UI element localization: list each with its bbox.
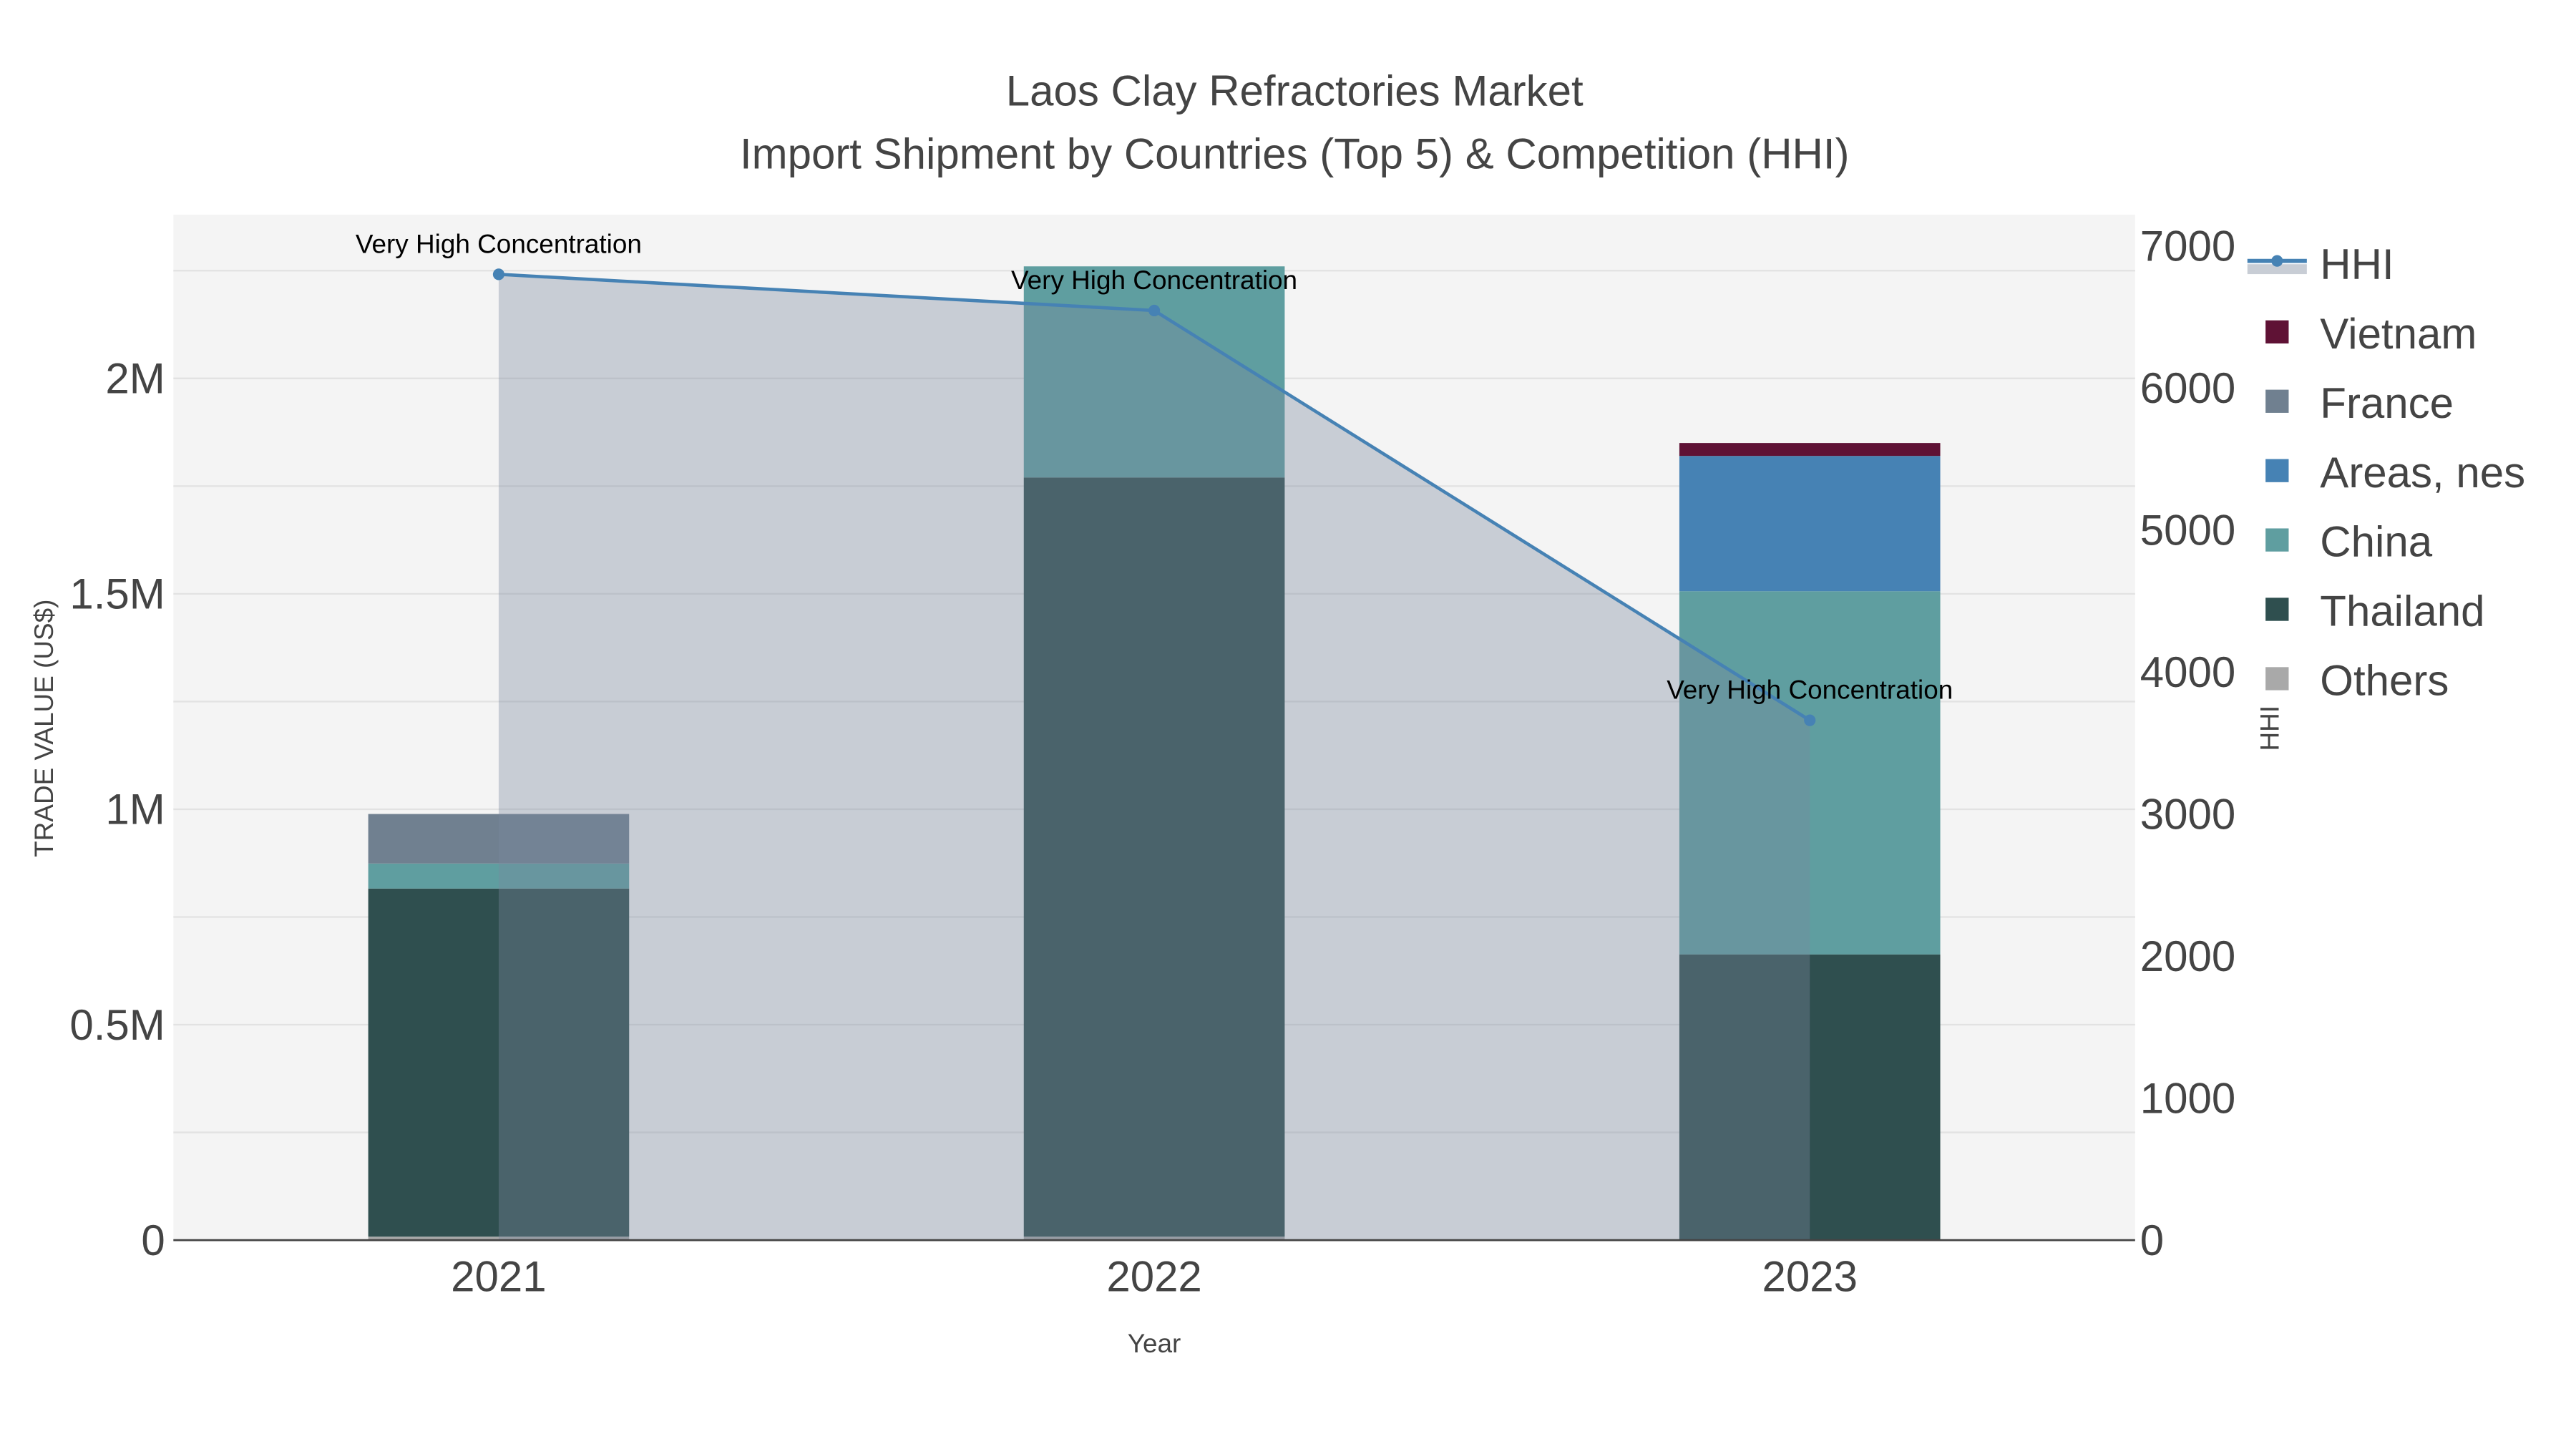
- y-tick-label: 0: [141, 1216, 165, 1264]
- legend-label: Others: [2320, 657, 2449, 705]
- legend-swatch-vietnam: [2265, 320, 2289, 343]
- hhi-annotation: Very High Concentration: [1011, 265, 1297, 295]
- y2-tick-label: 7000: [2140, 222, 2235, 270]
- legend-label: France: [2320, 379, 2454, 427]
- hhi-point: [1804, 714, 1816, 726]
- legend-label: HHI: [2320, 240, 2394, 288]
- chart-subtitle: Import Shipment by Countries (Top 5) & C…: [740, 130, 1850, 177]
- y2-tick-label: 2000: [2140, 932, 2235, 980]
- hhi-point: [492, 268, 504, 280]
- y-tick-label: 1.5M: [69, 570, 165, 618]
- y2-tick-label: 3000: [2140, 790, 2235, 838]
- y-tick-label: 0.5M: [69, 1001, 165, 1049]
- legend-label: Thailand: [2320, 587, 2484, 635]
- legend-swatch-thailand: [2265, 597, 2289, 621]
- y2-tick-label: 4000: [2140, 648, 2235, 696]
- y-tick-label: 2M: [105, 355, 165, 403]
- bar-areas-nes-2023: [1679, 456, 1941, 592]
- chart-title: Laos Clay Refractories Market: [1006, 67, 1584, 115]
- y2-axis-title: HHI: [2255, 706, 2285, 751]
- hhi-annotation: Very High Concentration: [356, 229, 642, 258]
- chart: Very High Concentration Very High Concent…: [0, 0, 2576, 1449]
- y-axis-title: TRADE VALUE (US$): [29, 600, 59, 857]
- legend-swatch-china: [2265, 528, 2289, 552]
- hhi-point: [1148, 304, 1161, 317]
- x-tick-label: 2023: [1762, 1253, 1857, 1301]
- legend-label: Areas, nes: [2320, 449, 2525, 497]
- y2-tick-label: 5000: [2140, 506, 2235, 554]
- legend-swatch-others: [2265, 667, 2289, 691]
- legend-label: Vietnam: [2320, 310, 2477, 358]
- y2-tick-label: 6000: [2140, 364, 2235, 412]
- y-tick-label: 1M: [105, 786, 165, 834]
- legend-label: China: [2320, 518, 2432, 566]
- y2-tick-label: 1000: [2140, 1074, 2235, 1122]
- y2-tick-label: 0: [2140, 1216, 2164, 1264]
- legend-swatch-france: [2265, 389, 2289, 413]
- legend-hhi-marker: [2271, 255, 2283, 267]
- bar-vietnam-2023: [1679, 443, 1941, 457]
- x-axis-title: Year: [1128, 1329, 1181, 1358]
- legend-swatch-areas-nes: [2265, 459, 2289, 482]
- x-tick-label: 2021: [451, 1253, 546, 1301]
- hhi-annotation: Very High Concentration: [1667, 675, 1953, 705]
- x-tick-label: 2022: [1106, 1253, 1201, 1301]
